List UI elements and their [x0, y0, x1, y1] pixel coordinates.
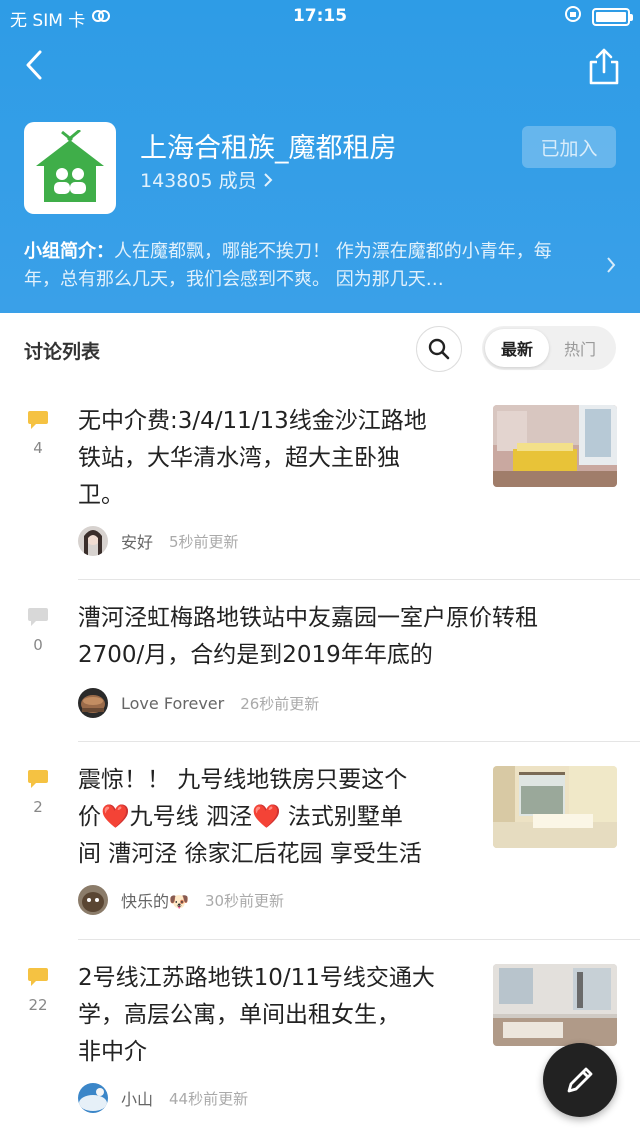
reply-count: 22	[28, 996, 48, 1014]
post-meta: 安好 5秒前更新	[78, 525, 239, 557]
post-title: 震惊！！ 九号线地铁房只要这个 价❤️九号线 泗泾❤️ 法式别墅单 间 漕河泾 …	[78, 762, 422, 873]
status-bar: 无 SIM 卡 17:15	[0, 0, 640, 34]
comment-bubble-icon	[28, 608, 48, 626]
post-title-line: 漕河泾虹梅路地铁站中友嘉园一室户原价转租	[78, 605, 538, 631]
avatar[interactable]	[78, 885, 108, 915]
search-button[interactable]	[416, 326, 462, 372]
post-title-line: 2700/月，合约是到2019年年底的	[78, 642, 433, 668]
post-meta: Love Forever 26秒前更新	[78, 687, 319, 719]
post-title-line: 间 漕河泾 徐家汇后花园 享受生活	[78, 841, 422, 867]
house-logo-icon	[36, 130, 104, 202]
post-item[interactable]: 2 震惊！！ 九号线地铁房只要这个 价❤️九号线 泗泾❤️ 法式别墅单 间 漕河…	[0, 742, 640, 940]
update-time: 5秒前更新	[169, 532, 239, 551]
group-intro[interactable]: 小组简介：人在魔都飘，哪能不挨刀！ 作为漂在魔都的小青年，每年，总有那么几天，我…	[24, 238, 584, 294]
room-photo	[493, 766, 617, 848]
group-name: 上海合租族_魔都租房	[140, 133, 397, 164]
post-title-line: 震惊！！ 九号线地铁房只要这个	[78, 767, 408, 793]
post-thumbnail	[493, 766, 617, 848]
reply-count: 2	[33, 798, 43, 816]
author-name[interactable]: 小山	[121, 1086, 153, 1110]
avatar[interactable]	[78, 688, 108, 718]
update-time: 26秒前更新	[240, 694, 320, 713]
post-title: 无中介费:3/4/11/13线金沙江路地 铁站，大华清水湾，超大主卧独 卫。	[78, 403, 427, 514]
discussion-list-header: 讨论列表 最新 热门	[0, 313, 640, 385]
search-icon	[428, 338, 450, 360]
discussion-list-title: 讨论列表	[24, 341, 101, 363]
author-name[interactable]: 快乐的🐶	[121, 888, 189, 912]
avatar[interactable]	[78, 1083, 108, 1113]
back-button[interactable]	[18, 48, 52, 82]
reply-count: 0	[33, 636, 43, 654]
chevron-right-icon	[263, 172, 272, 187]
chevron-right-icon	[607, 257, 616, 273]
status-time: 17:15	[292, 6, 348, 26]
sort-hot-tab[interactable]: 热门	[548, 329, 612, 367]
comment-bubble-icon	[28, 968, 48, 986]
post-title-line: 铁站，大华清水湾，超大主卧独	[78, 445, 400, 471]
comment-bubble-icon	[28, 411, 48, 429]
post-title-line: 无中介费:3/4/11/13线金沙江路地	[78, 408, 427, 434]
orientation-lock-icon	[564, 5, 582, 28]
post-title-line: 卫。	[78, 482, 124, 508]
member-count-link[interactable]: 143805 成员	[140, 166, 273, 193]
post-item[interactable]: 0 漕河泾虹梅路地铁站中友嘉园一室户原价转租 2700/月，合约是到2019年年…	[0, 580, 640, 742]
post-item[interactable]: 22 2号线江苏路地铁10/11号线交通大 学，高层公寓，单间出租女生， 非中介…	[0, 940, 640, 1138]
post-title-line: 价❤️九号线 泗泾❤️ 法式别墅单	[78, 804, 403, 830]
apartment-photo	[493, 964, 617, 1046]
sort-latest-tab[interactable]: 最新	[485, 329, 549, 367]
share-icon	[589, 48, 619, 85]
joined-button[interactable]: 已加入	[522, 126, 616, 168]
author-name[interactable]: 安好	[121, 529, 153, 553]
post-title-line: 非中介	[78, 1039, 147, 1065]
post-title-line: 2号线江苏路地铁10/11号线交通大	[78, 965, 435, 991]
author-name[interactable]: Love Forever	[121, 694, 224, 713]
post-title: 2号线江苏路地铁10/11号线交通大 学，高层公寓，单间出租女生， 非中介	[78, 960, 435, 1071]
battery-icon	[592, 7, 633, 26]
update-time: 30秒前更新	[204, 891, 285, 910]
post-title: 漕河泾虹梅路地铁站中友嘉园一室户原价转租 2700/月，合约是到2019年年底的	[78, 600, 538, 674]
group-logo	[24, 122, 116, 214]
intro-label: 小组简介：	[24, 241, 114, 262]
reply-count: 4	[33, 439, 43, 457]
post-meta: 小山 44秒前更新	[78, 1082, 248, 1114]
post-meta: 快乐的🐶 30秒前更新	[78, 884, 284, 916]
share-button[interactable]	[586, 46, 622, 86]
sort-toggle: 最新 热门	[482, 326, 616, 370]
post-thumbnail	[493, 964, 617, 1046]
avatar[interactable]	[78, 526, 108, 556]
bedroom-photo	[493, 405, 617, 487]
member-count: 143805 成员	[140, 170, 257, 192]
post-title-line: 学，高层公寓，单间出租女生，	[78, 1002, 400, 1028]
group-header: 无 SIM 卡 17:15 上海合租族_魔都租房 143805 成员 已加入 小…	[0, 0, 640, 313]
post-thumbnail	[493, 405, 617, 487]
comment-bubble-icon	[28, 770, 48, 788]
update-time: 44秒前更新	[169, 1089, 249, 1108]
pen-icon	[567, 1067, 593, 1093]
chevron-left-icon	[26, 50, 42, 80]
post-item[interactable]: 4 无中介费:3/4/11/13线金沙江路地 铁站，大华清水湾，超大主卧独 卫。…	[0, 385, 640, 580]
compose-button[interactable]	[543, 1043, 617, 1117]
